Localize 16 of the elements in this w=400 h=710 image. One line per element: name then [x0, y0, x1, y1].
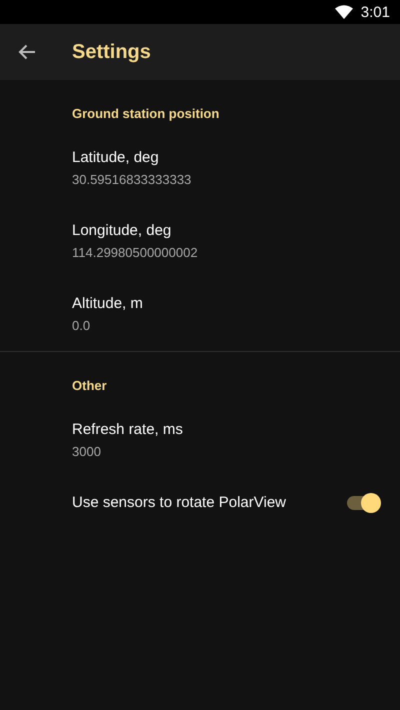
preference-title[interactable]: Longitude, deg [72, 221, 380, 241]
wifi-icon [334, 5, 353, 19]
screen-title: Settings [72, 40, 151, 64]
preference-value: 30.59516833333333 [72, 171, 192, 189]
section-header: Other [71, 377, 108, 395]
back-button[interactable] [17, 42, 37, 62]
status-time: 3:01 [360, 4, 390, 20]
preference-title[interactable]: Altitude, m [72, 294, 380, 314]
preference-value: 3000 [72, 443, 102, 461]
preference-value: 0.0 [72, 317, 92, 335]
preference-value: 114.29980500000002 [72, 244, 199, 262]
preference-title[interactable]: Latitude, deg [72, 148, 380, 168]
preference-title[interactable]: Use sensors to rotate PolarView [72, 493, 345, 513]
toggle-switch[interactable] [345, 492, 381, 514]
section-header: Ground station position [71, 105, 220, 123]
preference-title[interactable]: Refresh rate, ms [72, 420, 380, 440]
